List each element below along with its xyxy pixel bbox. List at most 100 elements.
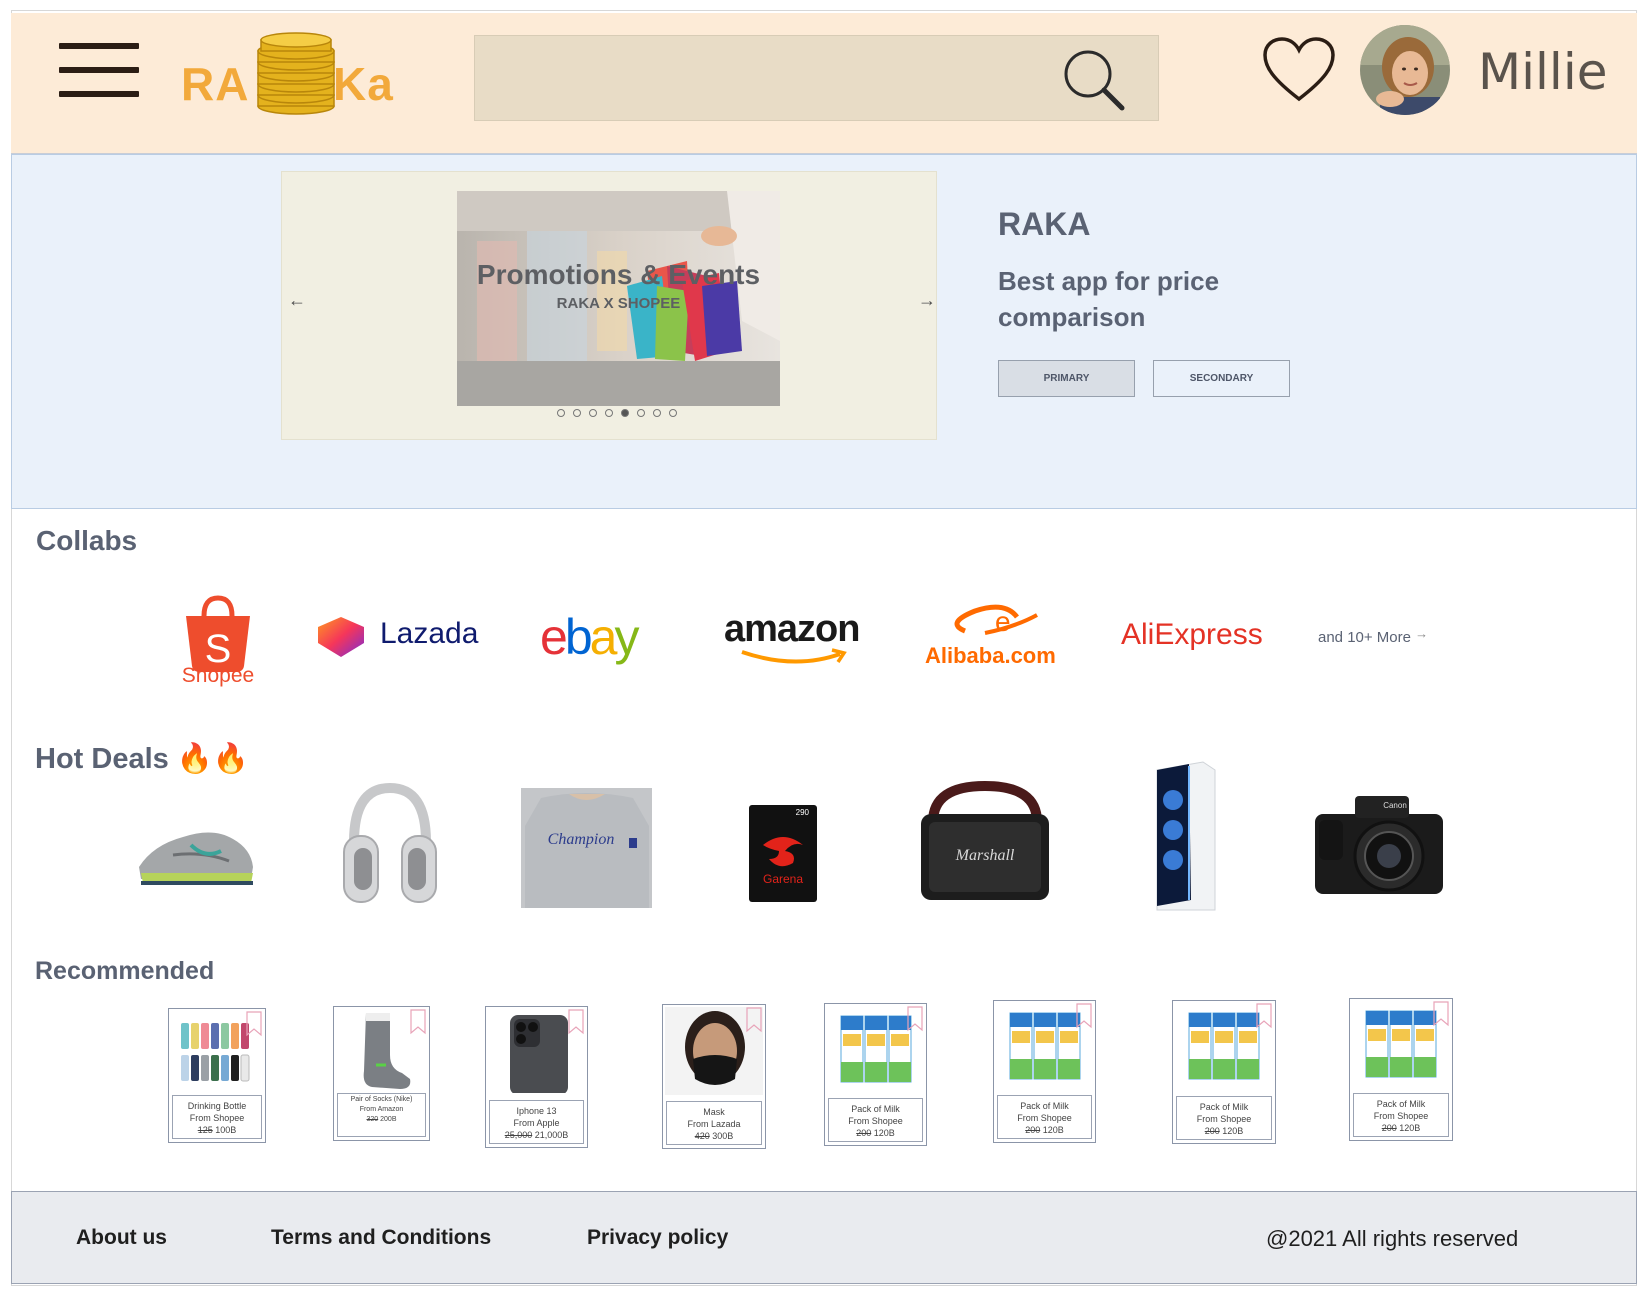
- product-info: Pair of Socks (Nike) From Amazon 320 200…: [337, 1093, 426, 1137]
- carousel-dot[interactable]: [653, 409, 661, 417]
- hero-section: ← Promotions & Events RAKA X SHOPEE → RA…: [11, 154, 1637, 509]
- deal-game-card[interactable]: 290 Garena: [749, 805, 817, 902]
- alibaba-logo-text: Alibaba.com: [925, 643, 1056, 668]
- bookmark-icon[interactable]: [745, 1007, 763, 1033]
- product-old-price: 200: [1381, 1123, 1397, 1133]
- product-old-price: 200: [1025, 1125, 1041, 1135]
- carousel-dot[interactable]: [637, 409, 645, 417]
- product-source: From Shopee: [1196, 1114, 1252, 1124]
- hero-subtitle: Best app for price comparison: [998, 266, 1220, 332]
- search-input[interactable]: [474, 35, 1159, 121]
- shopee-logo-text: Shopee: [181, 664, 255, 687]
- bookmark-icon[interactable]: [567, 1009, 585, 1035]
- product-new-price: 300B: [712, 1131, 734, 1141]
- ebay-logo[interactable]: ebay ebay: [540, 609, 670, 668]
- bookmark-icon[interactable]: [245, 1011, 263, 1037]
- logo-text-right: Ka: [333, 58, 394, 110]
- more-collabs-label: and 10+ More: [1318, 629, 1411, 646]
- product-source: From Shopee: [1373, 1111, 1429, 1121]
- product-old-price: 125: [197, 1125, 213, 1135]
- bookmark-icon[interactable]: [1432, 1001, 1450, 1027]
- product-card[interactable]: Drinking Bottle From Shopee 125 100B: [168, 1008, 266, 1143]
- product-source: From Shopee: [848, 1116, 903, 1126]
- about-link[interactable]: About us: [76, 1226, 167, 1250]
- deal-speaker[interactable]: Marshall: [899, 778, 1071, 906]
- product-info: Pack of Milk From Shopee 200 120B: [1353, 1093, 1449, 1137]
- product-name: Pack of Milk: [1020, 1101, 1069, 1111]
- carousel-dot[interactable]: [557, 409, 565, 417]
- coin-stack-icon: [257, 32, 335, 115]
- carousel-dot[interactable]: [621, 409, 629, 417]
- product-name: Pair of Socks (Nike): [350, 1096, 413, 1103]
- privacy-link[interactable]: Privacy policy: [587, 1226, 728, 1250]
- product-source: From Shopee: [1017, 1113, 1072, 1123]
- carousel-subtitle: RAKA X SHOPEE: [556, 295, 681, 312]
- product-card[interactable]: Pack of Milk From Shopee 200 120B: [993, 1000, 1096, 1143]
- more-collabs-link[interactable]: and 10+ More →: [1318, 626, 1428, 646]
- primary-button[interactable]: PRIMARY: [998, 360, 1135, 397]
- product-old-price: 320: [366, 1116, 379, 1123]
- lazada-logo-text: Lazada: [380, 617, 479, 650]
- product-info: Pack of Milk From Shopee 200 120B: [997, 1095, 1092, 1139]
- product-info: Iphone 13 From Apple 25,000 21,000B: [489, 1100, 584, 1144]
- product-old-price: 200: [1204, 1126, 1220, 1136]
- amazon-logo[interactable]: amazon: [720, 608, 880, 670]
- product-new-price: 100B: [215, 1125, 237, 1135]
- product-card[interactable]: Pair of Socks (Nike) From Amazon 320 200…: [333, 1006, 430, 1141]
- carousel-dot[interactable]: [589, 409, 597, 417]
- product-old-price: 420: [694, 1131, 710, 1141]
- carousel-dot[interactable]: [573, 409, 581, 417]
- product-card[interactable]: Mask From Lazada 420 300B: [662, 1004, 766, 1149]
- product-old-price: 25,000: [504, 1130, 533, 1140]
- carousel-dot[interactable]: [669, 409, 677, 417]
- product-info: Pack of Milk From Shopee 200 120B: [828, 1098, 923, 1142]
- product-new-price: 120B: [873, 1128, 895, 1138]
- menu-icon[interactable]: [59, 43, 139, 101]
- product-name: Pack of Milk: [1376, 1099, 1426, 1109]
- svg-text:Marshall: Marshall: [955, 847, 1015, 864]
- bookmark-icon[interactable]: [1255, 1003, 1273, 1029]
- recommended-title: Recommended: [35, 957, 215, 985]
- product-card[interactable]: Pack of Milk From Shopee 200 120B: [1172, 1000, 1276, 1144]
- product-card[interactable]: Pack of Milk From Shopee 200 120B: [824, 1003, 927, 1146]
- product-name: Pack of Milk: [1199, 1102, 1249, 1112]
- product-new-price: 120B: [1399, 1123, 1421, 1133]
- product-card[interactable]: Iphone 13 From Apple 25,000 21,000B: [485, 1006, 588, 1148]
- heart-icon[interactable]: [1261, 35, 1337, 105]
- deal-sneaker[interactable]: [133, 815, 259, 890]
- avatar[interactable]: [1360, 25, 1450, 115]
- secondary-button[interactable]: SECONDARY: [1153, 360, 1290, 397]
- deal-pc-tower[interactable]: [1143, 760, 1217, 916]
- deal-tshirt[interactable]: Champion: [521, 788, 652, 908]
- hero-title: RAKA: [998, 206, 1091, 242]
- product-source: From Apple: [513, 1118, 560, 1128]
- shopee-logo[interactable]: S Shopee: [178, 592, 258, 688]
- product-name: Mask: [703, 1107, 725, 1117]
- search-icon[interactable]: [1060, 46, 1128, 114]
- bookmark-icon[interactable]: [409, 1009, 427, 1035]
- terms-link[interactable]: Terms and Conditions: [271, 1226, 491, 1250]
- aliexpress-logo[interactable]: AliExpress: [1121, 618, 1281, 658]
- deal-camera[interactable]: Canon: [1311, 790, 1446, 898]
- product-card[interactable]: Pack of Milk From Shopee 200 120B: [1349, 998, 1453, 1141]
- svg-text:290: 290: [796, 808, 810, 817]
- collabs-title: Collabs: [36, 525, 138, 556]
- raka-logo[interactable]: RA Ka: [181, 31, 401, 119]
- alibaba-logo[interactable]: e Alibaba.com: [925, 603, 1075, 673]
- bookmark-icon[interactable]: [1075, 1003, 1093, 1029]
- product-info: Drinking Bottle From Shopee 125 100B: [172, 1095, 262, 1139]
- product-info: Mask From Lazada 420 300B: [666, 1101, 762, 1145]
- bookmark-icon[interactable]: [906, 1006, 924, 1032]
- deal-headphones[interactable]: [340, 782, 440, 910]
- promo-carousel[interactable]: ← Promotions & Events RAKA X SHOPEE →: [281, 171, 937, 440]
- lazada-logo[interactable]: Lazada: [314, 615, 484, 659]
- carousel-prev-arrow[interactable]: ←: [288, 290, 306, 311]
- carousel-dot[interactable]: [605, 409, 613, 417]
- top-header: RA Ka Millie: [11, 13, 1637, 154]
- product-name: Pack of Milk: [851, 1104, 900, 1114]
- carousel-next-arrow[interactable]: →: [918, 290, 936, 311]
- amazon-logo-text: amazon: [724, 608, 860, 650]
- username[interactable]: Millie: [1478, 43, 1607, 101]
- aliexpress-logo-text: AliExpress: [1121, 618, 1263, 651]
- carousel-image[interactable]: Promotions & Events RAKA X SHOPEE: [457, 191, 780, 406]
